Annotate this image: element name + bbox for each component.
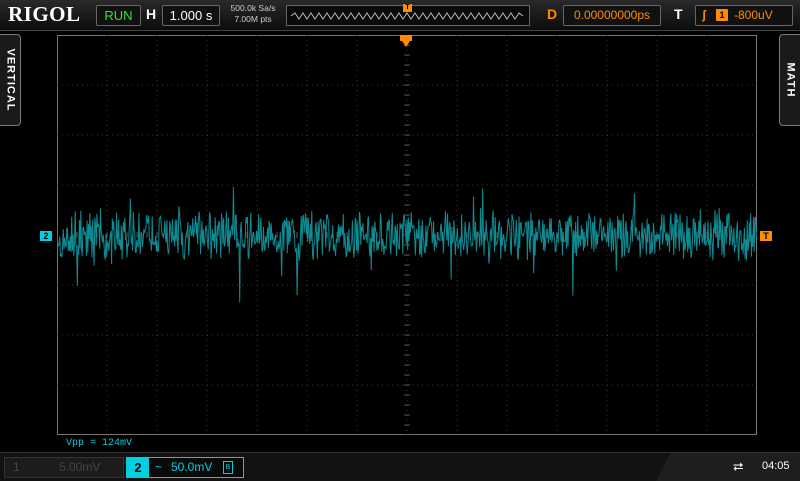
usb-icon: ⮂ <box>733 459 744 474</box>
vertical-tab-label: VERTICAL <box>4 48 16 112</box>
trigger-position-line <box>400 35 412 47</box>
vertical-tab[interactable]: VERTICAL <box>0 34 21 126</box>
delay-label: D <box>547 6 558 22</box>
math-tab-label: MATH <box>784 62 796 98</box>
acquisition-info: 500.0k Sa/s 7.00M pts <box>224 3 282 25</box>
run-stop-status[interactable]: RUN <box>96 5 141 26</box>
channel1-status[interactable]: 1 5.00mV <box>4 457 124 478</box>
channel2-offset-marker[interactable]: 2 <box>40 231 52 241</box>
trigger-settings[interactable]: ʃ 1 -800uV <box>695 5 793 26</box>
waveform-display[interactable] <box>57 35 757 435</box>
sample-rate: 500.0k Sa/s <box>230 3 276 13</box>
trigger-source: 1 <box>716 9 728 21</box>
channel2-status[interactable]: 2 ~ 50.0mV B <box>126 457 244 478</box>
memory-depth: 7.00M pts <box>234 14 272 24</box>
channel1-scale: 5.00mV <box>59 460 101 474</box>
channel-status-bar: 1 5.00mV 2 ~ 50.0mV B ⮂ 04:05 <box>0 452 800 481</box>
trigger-label: T <box>674 6 683 22</box>
timebase-value[interactable]: 1.000 s <box>162 5 220 26</box>
rising-edge-icon: ʃ <box>702 8 706 22</box>
channel1-number: 1 <box>13 460 20 474</box>
math-tab[interactable]: MATH <box>779 34 800 126</box>
memory-overview-bar[interactable]: T <box>286 4 530 26</box>
vpp-measurement: Vpp = 124mV <box>66 438 133 449</box>
clock: 04:05 <box>762 460 790 472</box>
trigger-level-marker[interactable]: T <box>760 231 772 241</box>
delay-value[interactable]: 0.00000000ps <box>563 5 661 26</box>
horizontal-label: H <box>146 6 157 22</box>
channel2-number: 2 <box>127 458 149 477</box>
channel2-scale: 50.0mV <box>171 460 213 474</box>
top-status-bar: RIGOL RUN H 1.000 s 500.0k Sa/s 7.00M pt… <box>0 0 800 31</box>
bandwidth-limit-icon: B <box>223 461 233 474</box>
trigger-level-value: -800uV <box>734 8 773 22</box>
rigol-logo: RIGOL <box>8 2 81 26</box>
trigger-position-marker: T <box>403 4 412 12</box>
ac-coupling-icon: ~ <box>155 460 163 474</box>
